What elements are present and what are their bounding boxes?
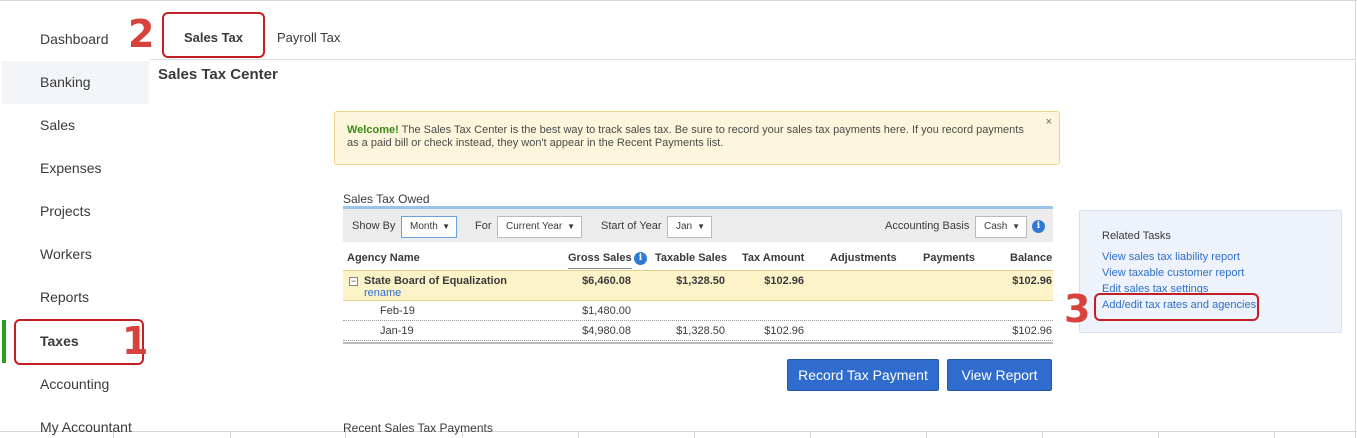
start-of-year-select[interactable]: Jan ▼ — [667, 216, 712, 238]
nav-active-indicator — [2, 320, 6, 363]
chevron-down-icon: ▼ — [697, 222, 705, 231]
row-balance: $102.96 — [1012, 325, 1052, 337]
accounting-basis-label: Accounting Basis — [885, 220, 970, 232]
rename-link[interactable]: rename — [364, 287, 401, 299]
tax-tabs: Sales Tax Payroll Tax — [150, 18, 1355, 60]
table-end-rule — [343, 342, 1053, 344]
annotation-number-2: 2 — [128, 12, 155, 56]
left-nav-sidebar: Dashboard Banking Sales Expenses Project… — [2, 18, 149, 435]
agency-name: State Board of Equalization — [364, 275, 508, 287]
owed-toolbar: Show By Month ▼ For Current Year ▼ Start o… — [343, 209, 1053, 242]
annotation-number-1: 1 — [122, 319, 149, 363]
agency-balance: $102.96 — [1012, 275, 1052, 287]
nav-item-accounting[interactable]: Accounting — [2, 363, 149, 406]
for-value: Current Year — [506, 221, 563, 232]
col-balance: Balance — [1010, 252, 1053, 264]
banner-welcome-label: Welcome! — [347, 124, 399, 136]
top-border — [0, 0, 1357, 1]
info-icon[interactable]: i — [1032, 220, 1045, 233]
start-of-year-value: Jan — [676, 221, 693, 232]
welcome-banner: Welcome! The Sales Tax Center is the bes… — [334, 111, 1060, 165]
col-agency-name: Agency Name — [347, 252, 420, 264]
link-liability-report[interactable]: View sales tax liability report — [1102, 251, 1240, 263]
chevron-down-icon: ▼ — [567, 222, 575, 231]
col-gross-sales[interactable]: Gross Sales — [568, 252, 632, 269]
view-report-button[interactable]: View Report — [947, 359, 1052, 391]
row-period: Jan-19 — [380, 325, 414, 337]
show-by-value: Month — [410, 221, 438, 232]
main-content: Sales Tax Center Welcome! The Sales Tax … — [150, 60, 1355, 435]
link-edit-sales-tax-settings[interactable]: Edit sales tax settings — [1102, 283, 1208, 293]
row-taxable-sales: $1,328.50 — [676, 325, 725, 337]
for-select[interactable]: Current Year ▼ — [497, 216, 582, 238]
col-taxable-sales: Taxable Sales — [655, 252, 727, 264]
table-header: Agency Name Gross Sales i Taxable Sales … — [343, 249, 1053, 269]
sales-tax-owed-title: Sales Tax Owed — [343, 192, 430, 206]
banner-text: The Sales Tax Center is the best way to … — [347, 124, 1024, 149]
row-period: Feb-19 — [380, 305, 415, 317]
tab-payroll-tax[interactable]: Payroll Tax — [277, 30, 340, 45]
nav-item-dashboard[interactable]: Dashboard — [2, 18, 149, 61]
collapse-icon[interactable]: − — [349, 277, 358, 286]
nav-item-workers[interactable]: Workers — [2, 233, 149, 276]
col-adjustments: Adjustments — [830, 252, 897, 264]
chevron-down-icon: ▼ — [442, 222, 450, 231]
agency-gross-sales: $6,460.08 — [582, 275, 631, 287]
accounting-basis-select[interactable]: Cash ▼ — [975, 216, 1027, 238]
nav-item-sales[interactable]: Sales — [2, 104, 149, 147]
bottom-grid — [0, 431, 1357, 438]
recent-payments-title: Recent Sales Tax Payments — [343, 421, 493, 435]
page-title: Sales Tax Center — [158, 66, 278, 83]
col-gross-sales-label: Gross Sales — [568, 252, 632, 264]
nav-item-projects[interactable]: Projects — [2, 190, 149, 233]
row-tax-amount: $102.96 — [764, 325, 804, 337]
nav-item-banking[interactable]: Banking — [2, 61, 149, 104]
table-row: Feb-19 $1,480.00 — [343, 301, 1053, 321]
row-gross-sales: $4,980.08 — [582, 325, 631, 337]
annotation-box-add-edit-rates — [1094, 293, 1259, 321]
nav-item-reports[interactable]: Reports — [2, 276, 149, 319]
row-gross-sales: $1,480.00 — [582, 305, 631, 317]
show-by-label: Show By — [352, 220, 396, 232]
accounting-basis-value: Cash — [984, 221, 1008, 232]
start-of-year-label: Start of Year — [601, 220, 662, 232]
table-row-agency: − State Board of Equalization rename $6,… — [343, 270, 1053, 301]
close-icon[interactable]: × — [1046, 116, 1052, 129]
record-tax-payment-button[interactable]: Record Tax Payment — [787, 359, 939, 391]
annotation-number-3: 3 — [1064, 287, 1091, 331]
right-border — [1355, 0, 1356, 438]
annotation-box-sales-tax — [162, 12, 265, 58]
for-label: For — [475, 220, 492, 232]
info-icon[interactable]: i — [634, 252, 647, 265]
related-tasks-title: Related Tasks — [1102, 230, 1171, 242]
agency-taxable-sales: $1,328.50 — [676, 275, 725, 287]
agency-tax-amount: $102.96 — [764, 275, 804, 287]
table-row: Jan-19 $4,980.08 $1,328.50 $102.96 $102.… — [343, 321, 1053, 341]
nav-item-my-accountant[interactable]: My Accountant — [2, 406, 149, 438]
col-tax-amount: Tax Amount — [742, 252, 805, 264]
col-payments: Payments — [923, 252, 975, 264]
show-by-select[interactable]: Month ▼ — [401, 216, 457, 238]
chevron-down-icon: ▼ — [1012, 222, 1020, 231]
nav-item-expenses[interactable]: Expenses — [2, 147, 149, 190]
link-taxable-customer-report[interactable]: View taxable customer report — [1102, 267, 1244, 279]
